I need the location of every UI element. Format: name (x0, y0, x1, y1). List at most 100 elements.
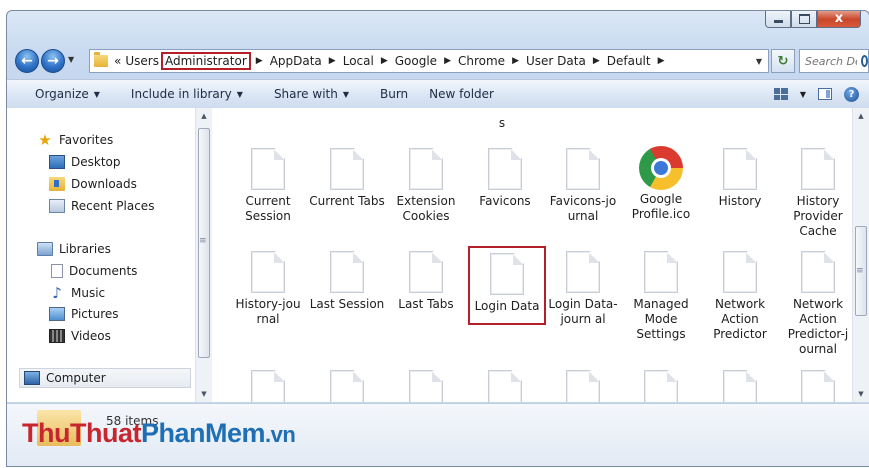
scroll-up-icon[interactable]: ▲ (853, 108, 869, 124)
chevron-right-icon[interactable]: ▶ (658, 56, 665, 66)
breadcrumb-default[interactable]: Default (605, 53, 653, 69)
recent-pages-dropdown[interactable]: ▼ (68, 55, 74, 64)
breadcrumb-overflow[interactable]: « (112, 53, 123, 69)
nav-recent-places[interactable]: Recent Places (49, 196, 154, 216)
watermark-logo: ThuThuatPhanMem.vn (22, 418, 296, 449)
chevron-right-icon[interactable]: ▶ (329, 56, 336, 66)
refresh-icon: ↻ (777, 53, 789, 69)
nav-pictures-label: Pictures (71, 307, 119, 321)
close-button[interactable]: x (817, 11, 861, 28)
file-last-tabs[interactable]: Last Tabs (387, 251, 465, 312)
nav-libraries[interactable]: Libraries (37, 239, 111, 259)
file-icon (251, 370, 285, 402)
nav-pane-scrollbar[interactable]: ▲ ≡ ▼ (195, 108, 212, 402)
preview-pane-icon[interactable] (818, 88, 832, 100)
file-label: Last Session (309, 297, 385, 311)
chevron-down-icon[interactable]: ▼ (800, 90, 806, 99)
address-bar[interactable]: « Users Administrator ▶ AppData ▶ Local … (89, 49, 769, 73)
share-with-menu[interactable]: Share with ▼ (254, 80, 360, 108)
file-history[interactable]: History (701, 148, 779, 209)
chevron-right-icon[interactable]: ▶ (593, 56, 600, 66)
file-network-action-predictor-journal[interactable]: Network Action Predictor-j ournal (779, 251, 851, 357)
file-history-provider-cache[interactable]: History Provider Cache (779, 148, 851, 239)
chevron-right-icon[interactable]: ▶ (444, 56, 451, 66)
search-input[interactable] (800, 53, 859, 69)
nav-desktop[interactable]: Desktop (49, 152, 121, 172)
nav-downloads[interactable]: Downloads (49, 174, 137, 194)
chevron-right-icon[interactable]: ▶ (512, 56, 519, 66)
file-icon (488, 148, 522, 190)
back-button[interactable]: ← (15, 49, 39, 73)
search-box[interactable] (799, 49, 869, 73)
file-current-session[interactable]: Current Session (229, 148, 307, 224)
address-history-dropdown[interactable]: ▼ (756, 57, 762, 66)
file-icon (644, 370, 678, 402)
toolbar-right-controls: ▼ ? (773, 86, 869, 102)
file-current-tabs[interactable]: Current Tabs (308, 148, 386, 209)
nav-downloads-label: Downloads (71, 177, 137, 191)
navigation-pane[interactable]: ★ Favorites Desktop Downloads Recent Plac… (7, 108, 195, 402)
breadcrumb-appdata[interactable]: AppData (268, 53, 324, 69)
breadcrumb-administrator[interactable]: Administrator (160, 52, 251, 70)
burn-button[interactable]: Burn (360, 80, 419, 108)
file-list-scrollbar[interactable]: ▲ ≡ ▼ (852, 108, 869, 402)
file-partial[interactable] (544, 370, 622, 402)
file-icon (251, 148, 285, 190)
nav-pictures[interactable]: Pictures (49, 304, 119, 324)
file-list[interactable]: s Current Session Current Tabs Extension… (213, 108, 851, 402)
file-favicons[interactable]: Favicons (466, 148, 544, 209)
nav-documents[interactable]: Documents (49, 261, 137, 281)
file-label: Managed Mode Settings (633, 297, 689, 341)
file-partial[interactable] (229, 370, 307, 402)
scroll-up-icon[interactable]: ▲ (196, 108, 212, 124)
file-login-data[interactable]: Login Data (468, 246, 546, 325)
minimize-button[interactable] (765, 11, 791, 28)
file-partial[interactable] (779, 370, 851, 402)
breadcrumb-user-data[interactable]: User Data (524, 53, 588, 69)
file-partial[interactable] (622, 370, 700, 402)
search-icon[interactable] (861, 55, 868, 67)
breadcrumb-google[interactable]: Google (393, 53, 439, 69)
nav-computer[interactable]: Computer (19, 368, 191, 388)
share-with-label: Share with (273, 87, 338, 101)
file-partial[interactable] (701, 370, 779, 402)
file-label: Google Profile.ico (631, 192, 691, 221)
refresh-button[interactable]: ↻ (771, 49, 795, 73)
file-network-action-predictor[interactable]: Network Action Predictor (701, 251, 779, 342)
nav-videos-label: Videos (71, 329, 111, 343)
breadcrumb-chrome[interactable]: Chrome (456, 53, 507, 69)
file-label: Login Data-journ al (548, 297, 618, 326)
breadcrumb-local[interactable]: Local (341, 53, 376, 69)
chevron-right-icon[interactable]: ▶ (256, 56, 263, 66)
nav-favorites[interactable]: ★ Favorites (37, 130, 113, 150)
file-icon (566, 370, 600, 402)
forward-button[interactable]: → (41, 49, 65, 73)
file-history-journal[interactable]: History-jou rnal (229, 251, 307, 327)
file-favicons-journal[interactable]: Favicons-jo urnal (544, 148, 622, 224)
file-google-profile-ico[interactable]: Google Profile.ico (622, 146, 700, 222)
file-partial[interactable] (308, 370, 386, 402)
maximize-button[interactable] (791, 11, 817, 28)
file-managed-mode-settings[interactable]: Managed Mode Settings (622, 251, 700, 342)
change-view-icon[interactable] (773, 88, 788, 100)
chevron-right-icon[interactable]: ▶ (381, 56, 388, 66)
new-folder-button[interactable]: New folder (419, 80, 505, 108)
scroll-down-icon[interactable]: ▼ (196, 386, 212, 402)
help-icon[interactable]: ? (844, 86, 859, 102)
include-in-library-menu[interactable]: Include in library ▼ (111, 80, 254, 108)
organize-menu[interactable]: Organize ▼ (7, 80, 111, 108)
file-last-session[interactable]: Last Session (308, 251, 386, 312)
file-icon (566, 251, 600, 293)
file-partial[interactable] (466, 370, 544, 402)
nav-computer-label: Computer (46, 371, 106, 385)
breadcrumb-users[interactable]: Users (123, 53, 161, 69)
nav-music[interactable]: ♪ Music (49, 283, 105, 303)
file-icon (644, 251, 678, 293)
file-label: Current Tabs (309, 194, 385, 208)
nav-videos[interactable]: Videos (49, 326, 111, 346)
scroll-down-icon[interactable]: ▼ (853, 386, 869, 402)
file-extension-cookies[interactable]: Extension Cookies (387, 148, 465, 224)
file-label: History-jou rnal (235, 297, 301, 326)
file-partial[interactable] (387, 370, 465, 402)
file-login-data-journal[interactable]: Login Data-journ al (544, 251, 622, 327)
